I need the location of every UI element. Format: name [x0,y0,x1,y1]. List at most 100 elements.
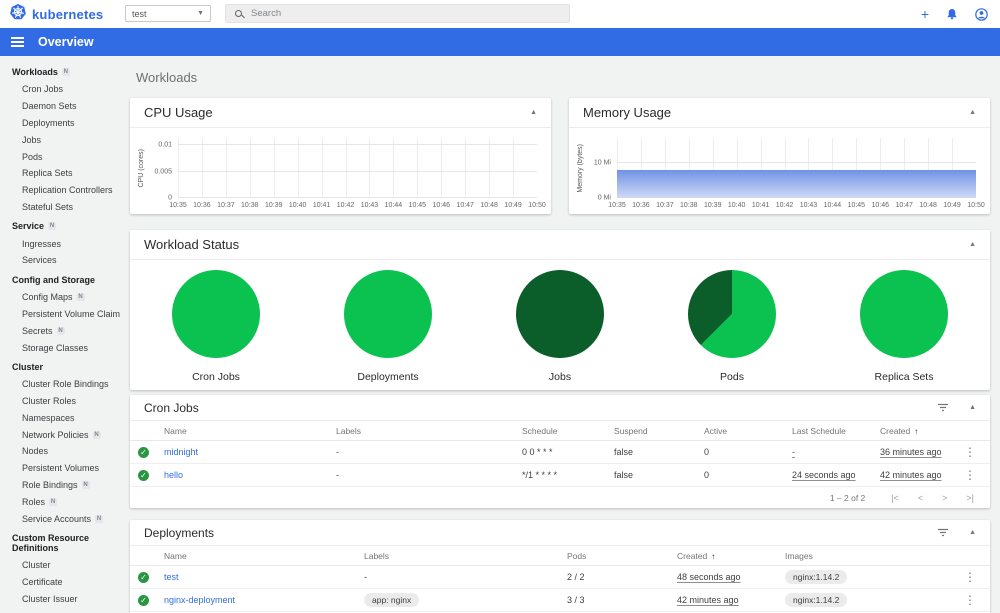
sidebar-section-service[interactable]: Service N [0,217,120,235]
cell-active: 0 [704,470,710,480]
collapse-arrow-icon[interactable]: ▲ [969,109,976,116]
column-header-created[interactable]: Created ↑ [677,551,785,561]
sidebar-item-roles[interactable]: Roles N [0,493,120,510]
row-menu-kebab-icon[interactable]: ⋮ [958,570,982,584]
x-axis-tick-label: 10:47 [895,202,913,209]
sidebar-item-label: Persistent Volume Claims [22,308,120,319]
cell-created: 42 minutes ago [677,595,739,605]
namespaced-badge: N [92,430,101,439]
first-page-icon[interactable]: |< [891,493,899,503]
namespaced-badge: N [76,293,85,302]
sidebar-item-label: Nodes [22,446,49,457]
sidebar-section-cluster[interactable]: Cluster [0,358,120,376]
memory-usage-chart: Memory (bytes) 0 Mi 10 Mi 10:35 10:36 10:37… [569,128,990,214]
sidebar-item-cluster-issuer[interactable]: Cluster Issuer [0,591,120,608]
pie-label: Cron Jobs [192,370,240,383]
sidebar-item-cluster[interactable]: Cluster [0,557,120,574]
namespace-value: test [132,8,147,19]
x-axis-tick-label: 10:36 [193,202,211,209]
sidebar-item-role-bindings[interactable]: Role Bindings N [0,477,120,494]
column-header-schedule[interactable]: Schedule [522,426,614,436]
row-menu-kebab-icon[interactable]: ⋮ [958,468,982,482]
user-account-icon[interactable] [975,7,988,21]
workload-pie-replica-sets: Replica Sets [818,268,990,383]
previous-page-icon[interactable]: < [918,493,923,503]
collapse-arrow-icon[interactable]: ▲ [969,404,976,411]
sidebar-item-namespaces[interactable]: Namespaces [0,410,120,427]
column-header-active[interactable]: Active [704,426,792,436]
sidebar-item-config-maps[interactable]: Config Maps N [0,289,120,306]
x-axis-tick-label: 10:35 [608,202,626,209]
column-header-suspend[interactable]: Suspend [614,426,704,436]
column-header-labels[interactable]: Labels [364,551,567,561]
sidebar-section-config-and-storage[interactable]: Config and Storage [0,271,120,289]
sidebar-section-custom-resource-definitions[interactable]: Custom Resource Definitions [0,529,120,557]
sidebar-item-label: Ingresses [22,238,62,249]
notifications-bell-icon[interactable] [946,8,958,20]
sidebar-item-service-accounts[interactable]: Service Accounts N [0,510,120,527]
namespaced-badge: N [56,326,65,335]
resource-name-link[interactable]: hello [164,470,336,480]
sidebar-section-workloads[interactable]: Workloads N [0,63,120,81]
resource-name-link[interactable]: midnight [164,447,336,457]
collapse-arrow-icon[interactable]: ▲ [969,529,976,536]
namespace-selector[interactable]: test ▼ [125,5,211,22]
search-input[interactable] [251,8,560,19]
filter-icon[interactable] [937,528,949,537]
workload-pie-pods: Pods [646,268,818,383]
pie-label: Replica Sets [874,370,934,383]
collapse-arrow-icon[interactable]: ▲ [530,109,537,116]
sidebar-item-persistent-volumes[interactable]: Persistent Volumes [0,460,120,477]
sidebar-item-replica-sets[interactable]: Replica Sets [0,165,120,182]
column-header-name[interactable]: Name [164,551,364,561]
next-page-icon[interactable]: > [942,493,947,503]
menu-hamburger-icon[interactable] [11,37,24,47]
cell-created: 36 minutes ago [880,447,942,457]
x-axis-tick-label: 10:49 [504,202,522,209]
y-axis-tick-label: 0.005 [154,168,172,176]
column-header-labels[interactable]: Labels [336,426,522,436]
sidebar-item-pods[interactable]: Pods [0,148,120,165]
sidebar-item-deployments[interactable]: Deployments [0,115,120,132]
sidebar-item-persistent-volume-claims[interactable]: Persistent Volume ClaimsN [0,306,120,323]
sidebar-item-cron-jobs[interactable]: Cron Jobs [0,81,120,98]
column-header-last-schedule[interactable]: Last Schedule [792,426,880,436]
main-content: Workloads CPU Usage ▲ CPU (cores) 0 0.005… [120,56,1000,613]
sidebar-item-network-policies[interactable]: Network Policies N [0,426,120,443]
sidebar-item-secrets[interactable]: Secrets N [0,322,120,339]
sidebar-item-cluster-role-bindings[interactable]: Cluster Role Bindings [0,376,120,393]
column-header-images[interactable]: Images [785,551,958,561]
last-page-icon[interactable]: >| [966,493,974,503]
gridline [345,138,347,198]
row-menu-kebab-icon[interactable]: ⋮ [958,593,982,607]
column-header-pods[interactable]: Pods [567,551,677,561]
filter-icon[interactable] [937,403,949,412]
y-axis-tick-label: 10 Mi [593,159,611,167]
sidebar-item-services[interactable]: Services [0,252,120,269]
sidebar-item-label: Stateful Sets [22,201,74,212]
column-header-name[interactable]: Name [164,426,336,436]
row-menu-kebab-icon[interactable]: ⋮ [958,445,982,459]
create-resource-plus-icon[interactable]: + [921,7,929,21]
sidebar-item-ingresses[interactable]: Ingresses [0,235,120,252]
sidebar-item-daemon-sets[interactable]: Daemon Sets [0,98,120,115]
kubernetes-brand[interactable]: kubernetes [0,3,103,25]
sidebar-item-jobs[interactable]: Jobs [0,131,120,148]
sidebar-item-stateful-sets[interactable]: Stateful Sets [0,198,120,215]
gridline [369,138,371,198]
sidebar-item-cluster-roles[interactable]: Cluster Roles [0,393,120,410]
collapse-arrow-icon[interactable]: ▲ [969,241,976,248]
sidebar-item-label: Storage Classes [22,342,89,353]
cell-pods: 2 / 2 [567,572,585,582]
sidebar-item-replication-controllers[interactable]: Replication Controllers [0,182,120,199]
column-header-created[interactable]: Created ↑ [880,426,958,436]
resource-name-link[interactable]: nginx-deployment [164,595,364,605]
sidebar-item-storage-classes[interactable]: Storage Classes [0,339,120,356]
sidebar-item-nodes[interactable]: Nodes [0,443,120,460]
sort-ascending-icon: ↑ [711,551,716,561]
cell-labels: - [364,572,367,582]
sidebar-section-label: Cluster [12,361,44,372]
sidebar-item-certificate[interactable]: Certificate [0,574,120,591]
deployments-title: Deployments [144,525,215,540]
resource-name-link[interactable]: test [164,572,364,582]
